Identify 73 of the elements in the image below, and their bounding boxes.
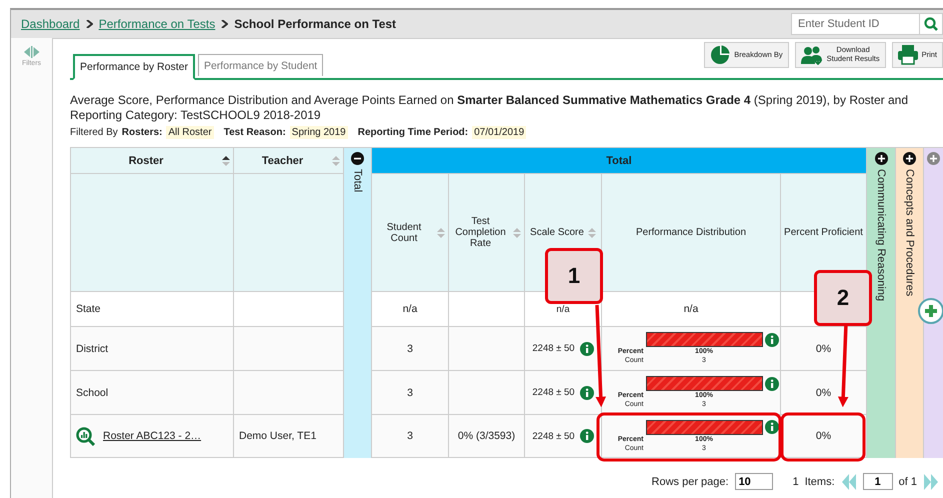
table-cell: School <box>71 371 234 415</box>
tab[interactable]: Performance by Student <box>198 54 324 76</box>
table-cell: District <box>71 327 234 371</box>
filter-label: Test Reason: <box>224 127 286 138</box>
info-icon[interactable] <box>580 429 594 443</box>
expand-icon[interactable] <box>874 152 888 165</box>
expand-icon[interactable] <box>903 152 916 165</box>
column-header[interactable]: Test Completion Rate <box>452 216 509 249</box>
add-icon[interactable] <box>918 298 943 324</box>
table-cell: 0% <box>781 415 867 458</box>
group-label: Total <box>352 169 364 192</box>
breadcrumb-link[interactable]: Dashboard <box>21 17 80 31</box>
filter-label: Rosters: <box>122 127 162 138</box>
report-description: Average Score, Performance Distribution and Average Points Earned on Smarter Balanced Summative Mathematics Grade 4 (Spring 2019), by Roster and Reporting Category: TestSCHOOL9 2018-2019 <box>70 93 910 123</box>
search-field[interactable]: Enter Student ID <box>791 13 919 35</box>
column-header[interactable]: Performance Distribution <box>636 227 746 238</box>
table-cell: State <box>71 292 234 327</box>
filter-value: 07/01/2019 <box>472 126 526 139</box>
table-cell: 0% <box>781 371 867 415</box>
info-icon[interactable] <box>580 386 594 400</box>
breadcrumb-current: School Performance on Test <box>234 17 396 31</box>
page-total: of 1 <box>898 476 917 488</box>
table-cell: Demo User, TE1 <box>234 415 344 458</box>
callout-label: 2 <box>814 270 872 326</box>
table-cell: 0% <box>781 327 867 371</box>
search-icon <box>924 17 938 31</box>
column-header[interactable]: Teacher <box>237 154 328 166</box>
table-cell: n/a <box>602 292 781 327</box>
roster-link[interactable]: Roster ABC123 - 2… <box>103 430 202 442</box>
filter-value: All Roster <box>166 126 214 139</box>
magnifier-chart-icon[interactable] <box>76 426 95 446</box>
collapse-icon[interactable] <box>351 152 364 165</box>
info-icon[interactable] <box>580 342 594 356</box>
item-count: 1 <box>792 476 799 488</box>
info-icon[interactable] <box>764 420 778 434</box>
callout-label: 1 <box>545 248 603 304</box>
chevron-icon <box>86 20 93 28</box>
rows-per-page-field[interactable]: 10 <box>734 473 773 490</box>
table-cell: 3 <box>372 371 449 415</box>
rows-per-page-label: Rows per page: <box>652 476 729 488</box>
filter-label: Reporting Time Period: <box>358 127 468 138</box>
last-page-icon <box>923 474 939 490</box>
column-header[interactable]: Percent Proficient <box>784 227 863 238</box>
table-cell: 3 <box>372 327 449 371</box>
search-button[interactable] <box>919 13 943 35</box>
column-header[interactable]: Scale Score <box>530 227 584 238</box>
first-page-icon <box>840 474 857 490</box>
scale-score: 2248 ± 50 <box>532 343 575 354</box>
collapse-icon <box>23 46 40 58</box>
info-icon[interactable] <box>764 376 778 390</box>
group-label: Communicating Reasoning <box>875 169 887 302</box>
scale-score: 2248 ± 50 <box>532 430 575 442</box>
table-cell: 3 <box>372 415 449 458</box>
sort-icon[interactable] <box>222 156 230 166</box>
table-cell: 0% (3/3593) <box>449 415 525 458</box>
page-field[interactable]: 1 <box>862 473 893 490</box>
pie-chart-icon <box>710 45 730 65</box>
printer-icon <box>898 45 918 65</box>
breadcrumb-link[interactable]: Performance on Tests <box>98 17 216 31</box>
table-cell: n/a <box>372 292 449 327</box>
column-header[interactable]: Roster <box>74 154 218 166</box>
info-icon[interactable] <box>764 332 778 346</box>
filter-value: Spring 2019 <box>290 126 348 139</box>
scale-score: 2248 ± 50 <box>532 387 575 398</box>
tab[interactable]: Performance by Roster <box>73 54 195 80</box>
column-header[interactable]: Student Count <box>375 222 433 244</box>
items-label: Items: <box>804 476 835 488</box>
people-download-icon <box>800 45 823 65</box>
chevron-icon <box>221 20 228 28</box>
scale-score: n/a <box>556 304 570 314</box>
group-header: Total <box>372 148 867 174</box>
group-label: Concepts and Procedures <box>904 169 916 296</box>
filter-caption: Filtered By <box>70 127 118 138</box>
